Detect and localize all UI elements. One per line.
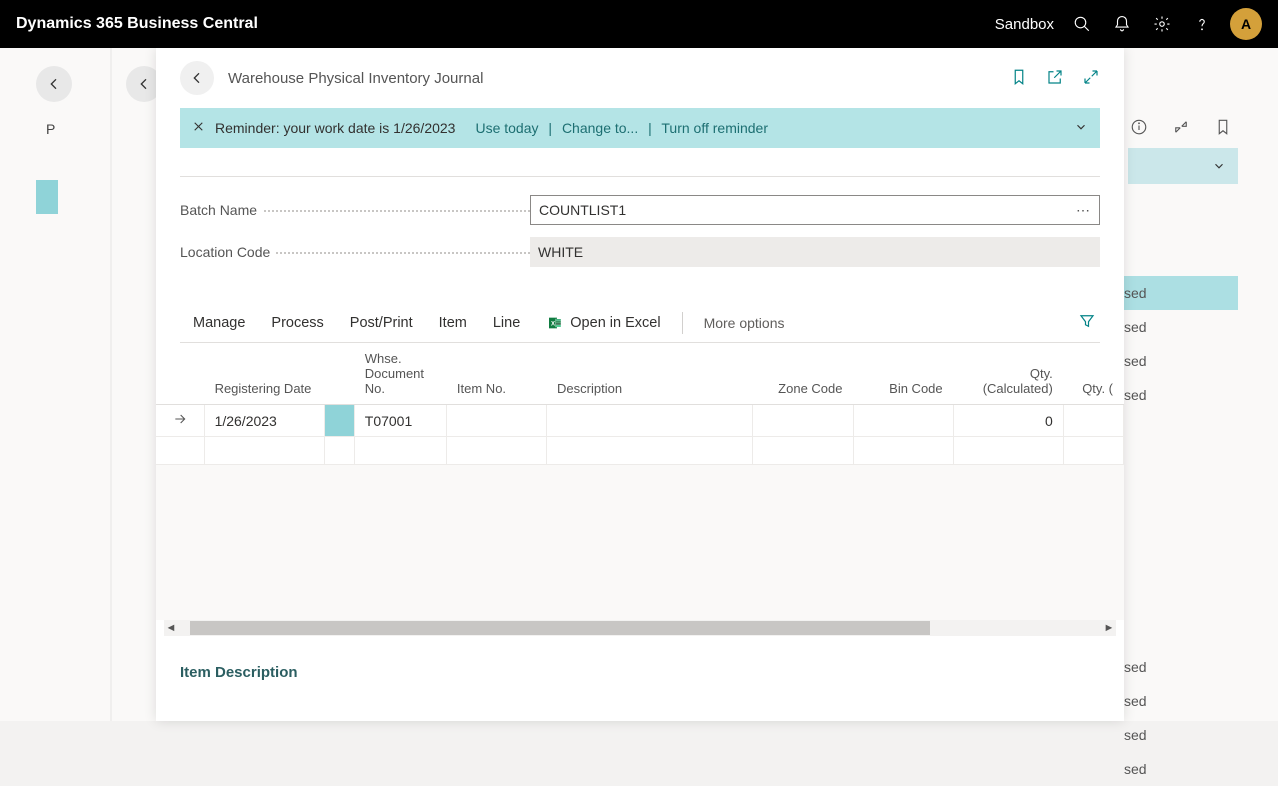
table-wrap: Registering Date Whse. Document No. Item… [156,343,1124,636]
bg-table-fragment: sed sed sed sed sed sed sed sed [1118,208,1238,786]
col-qty-calc[interactable]: Qty. (Calculated) [953,343,1063,405]
process-menu[interactable]: Process [258,315,336,331]
footer-section: Item Description [156,636,1124,721]
back-button-bg[interactable] [36,66,72,102]
bg-left-fragment: P [36,112,58,248]
col-description[interactable]: Description [547,343,753,405]
horizontal-scrollbar[interactable]: ◄ ► [164,620,1116,636]
journal-table: Registering Date Whse. Document No. Item… [156,343,1124,465]
table-row[interactable] [156,437,1124,465]
cell-description[interactable] [547,405,753,437]
location-code-value: WHITE [530,237,1100,267]
panel-header: Warehouse Physical Inventory Journal [156,48,1124,108]
line-menu[interactable]: Line [480,315,533,331]
settings-icon[interactable] [1142,4,1182,44]
notifications-icon[interactable] [1102,4,1142,44]
cell-qty-phys[interactable] [1063,405,1123,437]
cell-item-no[interactable] [446,405,546,437]
batch-name-label: Batch Name [180,202,263,218]
app-title: Dynamics 365 Business Central [16,15,258,33]
top-bar: Dynamics 365 Business Central Sandbox A [0,0,1278,48]
col-whse-document[interactable]: Whse. Document No. [354,343,446,405]
chevron-down-icon[interactable] [1074,120,1088,137]
col-registering-date[interactable]: Registering Date [204,343,324,405]
info-icon [1130,118,1148,139]
cell-whse-doc[interactable]: T07001 [354,405,446,437]
filter-icon[interactable] [1078,312,1100,333]
location-code-label: Location Code [180,244,276,260]
scroll-left-icon[interactable]: ◄ [164,622,178,634]
postprint-menu[interactable]: Post/Print [337,315,426,331]
back-button[interactable] [180,61,214,95]
more-options-button[interactable]: More options [691,315,798,331]
item-description-heading: Item Description [180,664,1100,681]
action-bar: Manage Process Post/Print Item Line X Op… [180,303,1100,343]
notification-message: Reminder: your work date is 1/26/2023 [215,120,455,136]
cell-selector[interactable] [324,405,354,437]
main-panel: Warehouse Physical Inventory Journal Rem… [156,48,1124,721]
open-in-excel-button[interactable]: X Open in Excel [533,315,673,331]
col-item-no[interactable]: Item No. [446,343,546,405]
page-title: Warehouse Physical Inventory Journal [228,70,483,87]
batch-name-input[interactable]: COUNTLIST1 ⋯ [530,195,1100,225]
row-indicator[interactable] [156,405,204,437]
popout-icon[interactable] [1046,68,1064,89]
close-icon[interactable] [192,120,205,136]
svg-text:X: X [551,321,555,327]
bookmark-icon[interactable] [1010,68,1028,89]
cell-bin[interactable] [853,405,953,437]
cell-qty-calc[interactable]: 0 [953,405,1063,437]
notification-bar: Reminder: your work date is 1/26/2023 Us… [180,108,1100,148]
bookmark-icon [1214,118,1232,139]
item-menu[interactable]: Item [426,315,480,331]
col-bin-code[interactable]: Bin Code [853,343,953,405]
col-qty-phys[interactable]: Qty. ( [1063,343,1123,405]
table-row[interactable]: 1/26/2023 T07001 0 [156,405,1124,437]
bg-dropdown [1128,148,1238,184]
location-code-row: Location Code WHITE [180,237,1100,267]
expand-icon[interactable] [1082,68,1100,89]
batch-name-value: COUNTLIST1 [539,202,626,218]
collapse-icon [1172,118,1190,139]
turn-off-link[interactable]: Turn off reminder [661,120,768,136]
environment-label: Sandbox [995,16,1054,33]
change-to-link[interactable]: Change to... [562,120,638,136]
search-icon[interactable] [1062,4,1102,44]
scroll-right-icon[interactable]: ► [1102,622,1116,634]
lookup-icon[interactable]: ⋯ [1076,202,1091,219]
col-zone-code[interactable]: Zone Code [753,343,853,405]
cell-zone[interactable] [753,405,853,437]
manage-menu[interactable]: Manage [180,315,258,331]
help-icon[interactable] [1182,4,1222,44]
use-today-link[interactable]: Use today [475,120,538,136]
avatar[interactable]: A [1230,8,1262,40]
batch-name-row: Batch Name COUNTLIST1 ⋯ [180,195,1100,225]
cell-registering-date[interactable]: 1/26/2023 [204,405,324,437]
